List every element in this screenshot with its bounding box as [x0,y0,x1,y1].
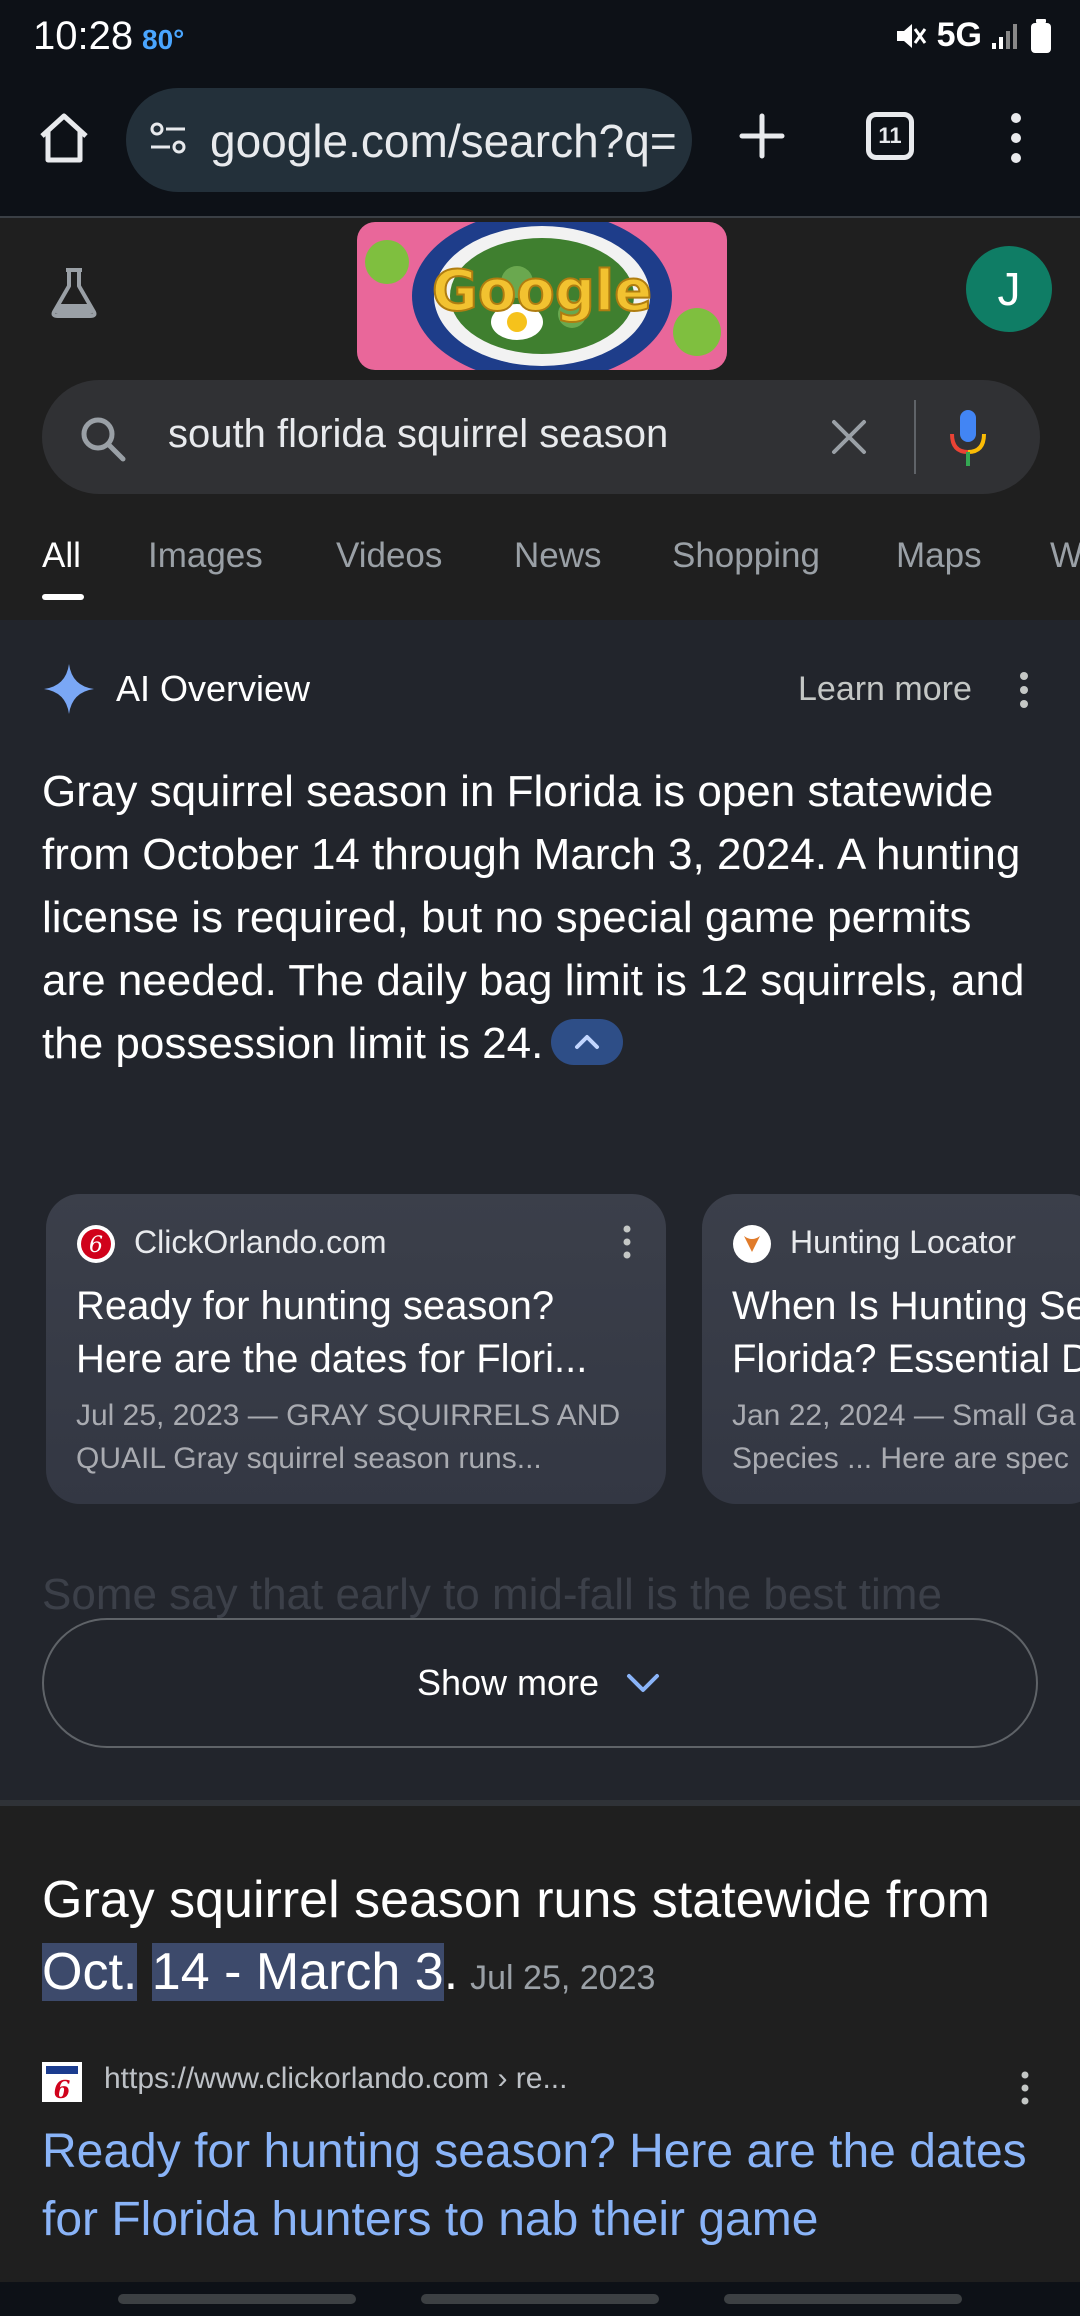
nav-recents-handle[interactable] [724,2294,962,2304]
result-title-link[interactable]: Ready for hunting season? Here are the d… [42,2118,1042,2254]
search-icon [81,417,126,462]
ai-overview-text: Gray squirrel season in Florida is open … [42,760,1042,1075]
ai-overview: AI Overview Learn more Gray squirrel sea… [0,620,1080,1800]
tab-news[interactable]: News [514,536,602,576]
result-menu-icon[interactable] [1018,2070,1032,2106]
active-tab-indicator [42,594,84,600]
google-doodle[interactable]: Google [357,222,727,370]
battery-icon [1031,18,1051,53]
card-source-name: ClickOrlando.com [134,1224,387,1260]
ai-overview-title: AI Overview [116,668,311,709]
labs-flask-icon[interactable] [46,264,102,320]
featured-snippet: Gray squirrel season runs statewide from… [42,1864,1042,2014]
show-more-button[interactable]: Show more [42,1618,1038,1748]
new-tab-icon[interactable] [734,108,790,164]
status-time: 10:28 [33,14,134,58]
faded-preview-text: Some say that early to mid-fall is the b… [42,1570,942,1619]
collapse-button[interactable] [551,1019,624,1066]
tab-images[interactable]: Images [148,536,263,576]
featured-highlight: 14 - March 3 [151,1943,444,2001]
chevron-up-icon [575,1035,600,1050]
chevron-down-icon [627,1674,660,1692]
section-divider [0,1800,1080,1806]
tab-switcher-button[interactable]: 11 [866,112,914,160]
search-input[interactable]: south florida squirrel season [168,412,668,457]
avatar[interactable]: J [966,246,1052,332]
card-title: Ready for hunting season? Here are the d… [76,1284,588,1381]
clickorlando-favicon-icon: 6 [77,1225,115,1263]
card-source-name: Hunting Locator [790,1224,1016,1260]
card-snippet: Jan 22, 2024 — Small Ga Species ... Here… [732,1399,1076,1475]
search-divider [914,400,916,474]
home-icon[interactable] [36,110,92,166]
svg-text:6: 6 [89,1233,103,1258]
source-card[interactable]: Hunting Locator When Is Hunting Se Flori… [702,1194,1080,1504]
address-bar[interactable]: google.com/search?q= [126,88,692,192]
tab-videos[interactable]: Videos [336,536,442,576]
featured-date: Jul 25, 2023 [470,1959,656,1997]
show-more-label: Show more [416,1662,600,1703]
url-text[interactable]: google.com/search?q= [210,114,680,168]
tab-shopping[interactable]: Shopping [672,536,820,576]
featured-text: Gray squirrel season runs statewide from [42,1871,990,1929]
doodle-text: Google [432,259,652,324]
tab-web[interactable]: W [1050,536,1080,576]
ai-overview-menu-icon[interactable] [1014,670,1034,710]
card-title: When Is Hunting Se Florida? Essential D [732,1284,1080,1381]
signal-icon [992,23,1017,49]
network-label: 5G [936,16,982,54]
card-snippet: Jul 25, 2023 — GRAY SQUIRRELS AND QUAIL … [76,1399,621,1475]
tab-all[interactable]: All [42,536,81,576]
mute-icon [896,23,926,48]
featured-text-end: . [443,1943,459,2001]
tab-maps[interactable]: Maps [896,536,982,576]
hunting-locator-favicon-icon [733,1225,771,1263]
status-bar: 10:28 80° 5G [0,0,1080,80]
ai-overview-body: Gray squirrel season in Florida is open … [42,767,1025,1068]
search-tabs: All Images Videos News Shopping Maps W [0,536,1080,606]
featured-highlight: Oct. [42,1943,138,2001]
search-box[interactable]: south florida squirrel season [42,380,1040,494]
status-icons: 5G [893,16,1052,55]
result-url[interactable]: https://www.clickorlando.com › re... [104,2062,567,2096]
nav-home-handle[interactable] [421,2294,659,2304]
nav-back-handle[interactable] [118,2294,356,2304]
clear-icon[interactable] [828,416,870,458]
site-settings-icon[interactable] [148,118,188,158]
ai-sparkle-icon [44,664,94,714]
card-menu-icon[interactable] [620,1224,634,1260]
microphone-icon[interactable] [946,408,990,468]
source-card[interactable]: 6 ClickOrlando.com Ready for hunting sea… [46,1194,666,1504]
browser-toolbar: google.com/search?q= 11 [0,80,1080,218]
result-favicon-icon: 6 [42,2062,82,2102]
more-menu-icon[interactable] [1000,110,1032,166]
status-temperature: 80° [142,24,185,55]
learn-more-link[interactable]: Learn more [798,670,972,709]
svg-text:6: 6 [54,2075,71,2102]
system-nav-bar [0,2282,1080,2316]
